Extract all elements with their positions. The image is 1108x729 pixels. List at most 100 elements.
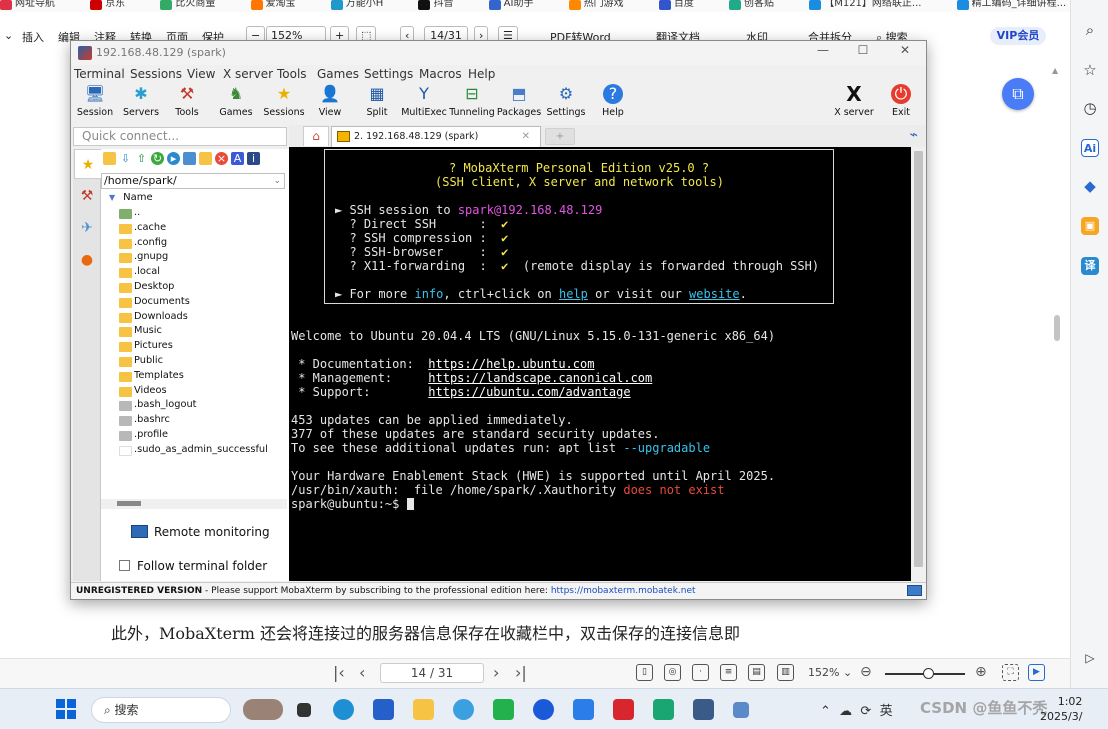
bookmark-item[interactable]: 热门游戏	[568, 0, 640, 10]
documentation-link[interactable]: https://help.ubuntu.com	[428, 357, 594, 371]
fit-width-icon[interactable]: ◎	[664, 664, 681, 681]
menu-macros[interactable]: Macros	[419, 67, 462, 81]
maximize-button[interactable]: ☐	[848, 43, 878, 57]
new-folder-icon[interactable]	[199, 152, 212, 165]
download-icon[interactable]: ⇩	[119, 152, 132, 165]
sftp-path-field[interactable]: /home/spark/⌄	[101, 173, 285, 189]
sessions-button[interactable]: ★ Sessions	[261, 83, 307, 123]
zoom-in-icon[interactable]: ⊕	[975, 664, 987, 680]
sftp-scroll-thumb[interactable]	[117, 501, 141, 506]
system-tray[interactable]: ⌃ ☁ ⟳ 英	[820, 700, 893, 719]
ribbon-chevron-icon[interactable]: ⌄	[4, 29, 13, 42]
ai-icon[interactable]: Ai	[1081, 139, 1099, 157]
page-number-input[interactable]: 14 / 31	[380, 663, 484, 683]
bookmark-item[interactable]: AI助手	[488, 0, 550, 10]
taskbar-clock[interactable]: 1:02 2025/3/	[1040, 694, 1082, 724]
file-row[interactable]: Desktop	[117, 280, 287, 295]
zoom-level[interactable]: 152% ⌄	[808, 666, 852, 679]
panel-expand-icon[interactable]: ▷	[1078, 646, 1102, 670]
bookmark-item[interactable]: 爱淘宝	[250, 0, 312, 10]
upload-icon[interactable]: ⇧	[135, 152, 148, 165]
vscode-icon[interactable]	[573, 699, 594, 720]
file-row[interactable]: .cache	[117, 221, 287, 236]
doc-assist-icon[interactable]: ⧉	[1002, 78, 1034, 110]
file-row[interactable]: .profile	[117, 428, 287, 443]
menu-view[interactable]: View	[187, 67, 215, 81]
website-link[interactable]: website	[689, 287, 740, 301]
wechat-icon[interactable]	[493, 699, 514, 720]
help-button[interactable]: ? Help	[590, 83, 636, 123]
multiexec-button[interactable]: Y MultiExec	[401, 83, 447, 123]
support-link[interactable]: https://ubuntu.com/advantage	[428, 385, 630, 399]
menu-games[interactable]: Games	[317, 67, 359, 81]
reading-mode-icon[interactable]: ▤	[748, 664, 765, 681]
tab-close-icon[interactable]: ✕	[522, 127, 530, 146]
bookmark-item[interactable]: 创客贴	[729, 0, 790, 10]
vip-badge[interactable]: VIP会员	[990, 27, 1046, 45]
windows-start-icon[interactable]	[56, 699, 76, 719]
file-row[interactable]: Music	[117, 324, 287, 339]
menu-xserver[interactable]: X server	[223, 67, 273, 81]
remote-monitoring-button[interactable]: Remote monitoring	[131, 525, 270, 539]
status-monitor-icon[interactable]	[907, 585, 922, 596]
macros-tab[interactable]: ●	[76, 249, 98, 271]
new-tab-button[interactable]: +	[545, 128, 575, 145]
bookmark-item[interactable]: 精工编码_详细讲程...	[956, 0, 1070, 10]
first-page-icon[interactable]: |‹	[333, 663, 345, 682]
menu-settings[interactable]: Settings	[364, 67, 413, 81]
new-file-icon[interactable]	[183, 152, 196, 165]
session-tab[interactable]: 2. 192.168.48.129 (spark) ✕	[331, 126, 541, 147]
bookmark-item[interactable]: 网址导航	[0, 0, 71, 10]
terminal-scrollbar[interactable]	[911, 147, 926, 581]
gamepad-icon[interactable]: ◆	[1078, 174, 1102, 198]
app-icon-blue[interactable]	[533, 699, 554, 720]
file-row[interactable]: .config	[117, 236, 287, 251]
settings-button[interactable]: ⚙ Settings	[543, 83, 589, 123]
zoom-out-icon[interactable]: ⊖	[860, 664, 872, 680]
single-page-icon[interactable]: ▯	[636, 664, 653, 681]
file-row[interactable]: Documents	[117, 295, 287, 310]
split-button[interactable]: ▦ Split	[354, 83, 400, 123]
task-view-icon[interactable]	[297, 703, 311, 717]
games-button[interactable]: ♞ Games	[213, 83, 259, 123]
file-row[interactable]: Public	[117, 354, 287, 369]
file-explorer-icon[interactable]	[413, 699, 434, 720]
continuous-page-icon[interactable]: ≡	[720, 664, 737, 681]
minimize-button[interactable]: —	[808, 43, 838, 57]
terminal-view[interactable]: ? MobaXterm Personal Edition v25.0 ? (SS…	[289, 147, 911, 581]
tools-button[interactable]: ⚒ Tools	[164, 83, 210, 123]
double-page-icon[interactable]: ▥	[777, 664, 794, 681]
sftp-send-tab[interactable]: ✈	[76, 217, 98, 239]
bookmark-item[interactable]: 比火商量	[160, 0, 231, 10]
translate-icon[interactable]: 译	[1081, 257, 1099, 275]
file-row[interactable]: .gnupg	[117, 250, 287, 265]
help-link[interactable]: help	[559, 287, 588, 301]
menu-terminal[interactable]: Terminal	[74, 67, 125, 81]
app-icon-green[interactable]	[653, 699, 674, 720]
session-button[interactable]: 🖥 Session	[72, 83, 118, 123]
network-app-icon[interactable]	[733, 702, 749, 718]
home-tab[interactable]: ⌂	[303, 126, 329, 146]
file-row[interactable]: ..	[117, 206, 287, 221]
file-row[interactable]: .bashrc	[117, 413, 287, 428]
bookmark-item[interactable]: 京东	[90, 0, 141, 10]
bookmark-item[interactable]: 万能小H	[330, 0, 400, 10]
open-icon[interactable]: ▸	[167, 152, 180, 165]
taskbar-search-box[interactable]: ⌕ 搜索	[91, 697, 231, 723]
delete-icon[interactable]: ×	[215, 152, 228, 165]
management-link[interactable]: https://landscape.canonical.com	[428, 371, 652, 385]
refresh-icon[interactable]: ↻	[151, 152, 164, 165]
file-row[interactable]: .local	[117, 265, 287, 280]
tools-tab[interactable]: ⚒	[76, 185, 98, 207]
bookmark-item[interactable]: 百度	[658, 0, 710, 10]
attach-icon[interactable]: ⌁	[910, 127, 918, 143]
last-page-icon[interactable]: ›|	[515, 663, 527, 682]
file-list-header[interactable]: ▼ Name	[109, 192, 153, 203]
exit-button[interactable]: ⏻ Exit	[878, 83, 924, 123]
quick-connect-input[interactable]: Quick connect...	[73, 127, 287, 146]
file-row[interactable]: Videos	[117, 384, 287, 399]
sftp-horizontal-scrollbar[interactable]	[101, 499, 287, 509]
wps-icon[interactable]	[613, 699, 634, 720]
next-page-icon[interactable]: ›	[493, 663, 499, 682]
widget-hippo-icon[interactable]	[243, 699, 283, 720]
